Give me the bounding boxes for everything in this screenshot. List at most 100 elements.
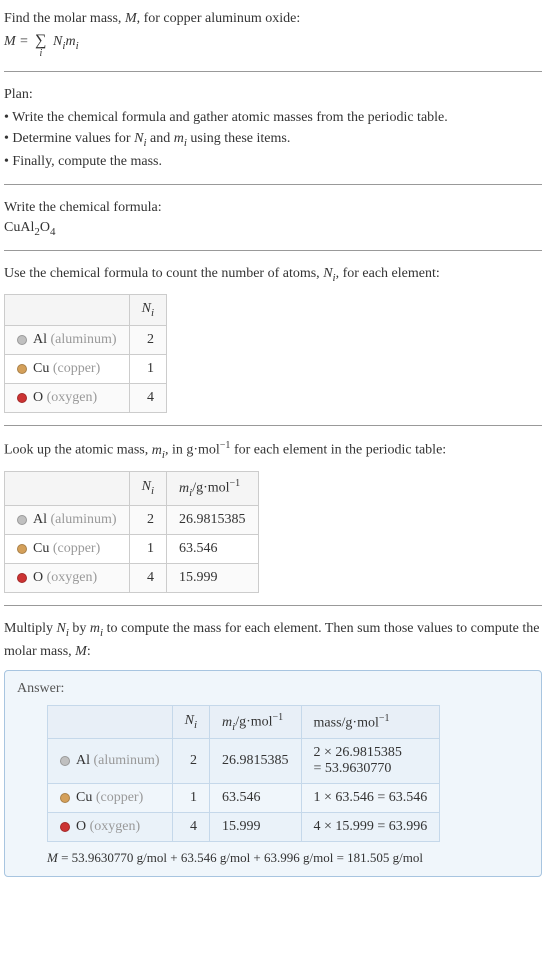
mass-cell: 63.546 — [210, 784, 302, 813]
header-element — [48, 705, 173, 738]
calc-cell: 2 × 26.9815385= 53.9630770 — [301, 739, 440, 784]
mass-cell: 26.9815385 — [167, 505, 259, 534]
chemical-formula: CuAl2O4 — [4, 220, 542, 238]
element-dot-icon — [17, 515, 27, 525]
table-row: Cu (copper) 1 63.546 — [5, 534, 259, 563]
element-cell: Cu (copper) — [48, 784, 173, 813]
molar-mass-formula: M = ∑i Nimi — [4, 33, 542, 59]
multiply-section: Multiply Ni by mi to compute the mass fo… — [4, 618, 542, 662]
element-cell: O (oxygen) — [48, 813, 173, 842]
count-cell: 2 — [172, 739, 209, 784]
element-cell: Al (aluminum) — [48, 739, 173, 784]
chemical-formula-section: Write the chemical formula: CuAl2O4 — [4, 197, 542, 238]
answer-table: Ni mi/g·mol−1 mass/g·mol−1 Al (aluminum)… — [47, 705, 440, 842]
count-cell: 4 — [129, 384, 166, 413]
count-cell: 2 — [129, 505, 166, 534]
header-mi: mi/g·mol−1 — [167, 472, 259, 505]
Ni-ref: Ni — [323, 266, 335, 281]
table-row: Al (aluminum) 2 — [5, 326, 167, 355]
plan-list: Write the chemical formula and gather at… — [4, 107, 542, 172]
mass-cell: 15.999 — [167, 563, 259, 592]
table-row: Al (aluminum) 2 26.9815385 — [5, 505, 259, 534]
atom-count-section: Use the chemical formula to count the nu… — [4, 263, 542, 413]
divider — [4, 605, 542, 606]
plan-item-3: Finally, compute the mass. — [4, 151, 542, 172]
Ni-ref: Ni — [57, 621, 69, 636]
sigma: ∑ — [35, 33, 46, 49]
count-cell: 4 — [172, 813, 209, 842]
divider — [4, 250, 542, 251]
table-row: O (oxygen) 4 15.999 — [5, 563, 259, 592]
element-cell: Al (aluminum) — [5, 326, 130, 355]
intro-text: Find the molar mass, M, for copper alumi… — [4, 8, 542, 29]
M-ref: M — [75, 644, 87, 659]
plan-item-1: Write the chemical formula and gather at… — [4, 107, 542, 128]
element-cell: O (oxygen) — [5, 563, 130, 592]
table-row: Cu (copper) 1 63.546 1 × 63.546 = 63.546 — [48, 784, 440, 813]
element-dot-icon — [17, 573, 27, 583]
element-dot-icon — [17, 335, 27, 345]
formula-eq: = — [16, 34, 32, 49]
count-cell: 1 — [129, 534, 166, 563]
count-cell: 1 — [172, 784, 209, 813]
sum-symbol: ∑i — [35, 33, 46, 59]
mi-var: mi — [65, 34, 78, 49]
table-header-row: Ni — [5, 295, 167, 326]
mi-ref: mi — [174, 131, 187, 146]
step2-title: Use the chemical formula to count the nu… — [4, 263, 542, 286]
sum-index: i — [39, 49, 42, 59]
element-dot-icon — [17, 544, 27, 554]
count-cell: 4 — [129, 563, 166, 592]
divider — [4, 184, 542, 185]
count-cell: 2 — [129, 326, 166, 355]
header-mass: mass/g·mol−1 — [301, 705, 440, 738]
plan-item-2: Determine values for Ni and mi using the… — [4, 128, 542, 151]
element-cell: Cu (copper) — [5, 534, 130, 563]
formula-M: M — [4, 34, 16, 49]
count-cell: 1 — [129, 355, 166, 384]
header-Ni: Ni — [129, 295, 166, 326]
table-row: O (oxygen) 4 — [5, 384, 167, 413]
Ni-ref: Ni — [134, 131, 146, 146]
element-cell: Al (aluminum) — [5, 505, 130, 534]
calc-cell: 1 × 63.546 = 63.546 — [301, 784, 440, 813]
table-row: Cu (copper) 1 — [5, 355, 167, 384]
table-row: O (oxygen) 4 15.999 4 × 15.999 = 63.996 — [48, 813, 440, 842]
plan-section: Plan: Write the chemical formula and gat… — [4, 84, 542, 172]
header-element — [5, 295, 130, 326]
header-element — [5, 472, 130, 505]
step3-title: Look up the atomic mass, mi, in g·mol−1 … — [4, 438, 542, 463]
element-dot-icon — [60, 756, 70, 766]
step1-title: Write the chemical formula: — [4, 197, 542, 218]
table-header-row: Ni mi/g·mol−1 mass/g·mol−1 — [48, 705, 440, 738]
element-cell: Cu (copper) — [5, 355, 130, 384]
sum-container: ∑i — [32, 33, 49, 59]
plan-title: Plan: — [4, 84, 542, 105]
table-header-row: Ni mi/g·mol−1 — [5, 472, 259, 505]
Ni-var: Ni — [53, 34, 65, 49]
element-dot-icon — [17, 364, 27, 374]
mi-ref: mi — [90, 621, 103, 636]
mass-cell: 63.546 — [167, 534, 259, 563]
header-Ni: Ni — [129, 472, 166, 505]
intro-M: M — [125, 11, 137, 26]
table-row: Al (aluminum) 2 26.9815385 2 × 26.981538… — [48, 739, 440, 784]
mass-cell: 15.999 — [210, 813, 302, 842]
answer-label: Answer: — [17, 681, 529, 697]
header-Ni: Ni — [172, 705, 209, 738]
element-dot-icon — [17, 393, 27, 403]
calc-cell: 4 × 15.999 = 63.996 — [301, 813, 440, 842]
intro-part-b: , for copper aluminum oxide: — [137, 11, 301, 26]
intro-section: Find the molar mass, M, for copper alumi… — [4, 8, 542, 59]
element-dot-icon — [60, 822, 70, 832]
answer-box: Answer: Ni mi/g·mol−1 mass/g·mol−1 Al (a… — [4, 670, 542, 877]
header-mi: mi/g·mol−1 — [210, 705, 302, 738]
step4-text: Multiply Ni by mi to compute the mass fo… — [4, 618, 542, 662]
divider — [4, 71, 542, 72]
atomic-mass-table: Ni mi/g·mol−1 Al (aluminum) 2 26.9815385… — [4, 471, 259, 592]
atom-count-table: Ni Al (aluminum) 2 Cu (copper) 1 O (oxyg… — [4, 294, 167, 413]
divider — [4, 425, 542, 426]
mi-ref: mi — [152, 443, 165, 458]
mass-cell: 26.9815385 — [210, 739, 302, 784]
intro-part-a: Find the molar mass, — [4, 11, 125, 26]
